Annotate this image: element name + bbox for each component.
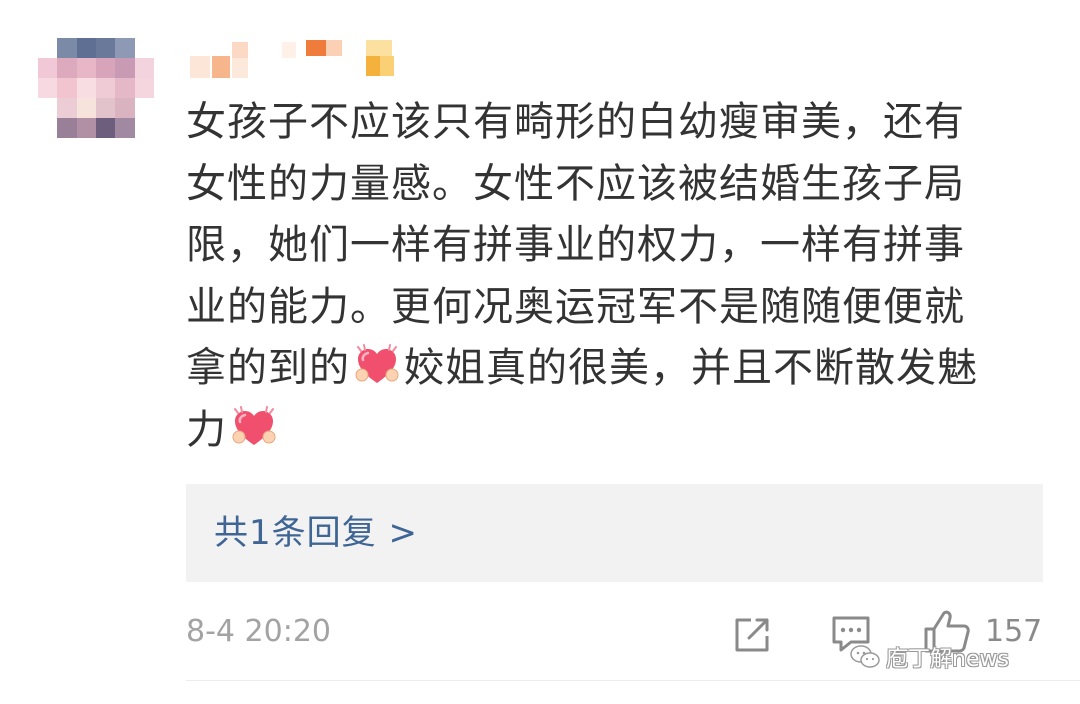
comment-text: 女孩子不应该只有畸形的白幼瘦审美，还有 女性的力量感。女性不应该被结婚生孩子局 … [186,92,1056,461]
hugging-heart-emoji-icon [232,405,276,445]
share-icon[interactable] [731,614,773,656]
divider [186,680,1080,681]
comment-line: 女孩子不应该只有畸形的白幼瘦审美，还有 [186,99,965,145]
hugging-heart-emoji-icon [355,344,399,383]
comment-line: 力 [186,400,1056,462]
replies-button[interactable]: 共1条回复 > [186,484,1043,582]
wechat-icon [850,645,880,668]
comment-line: 限，她们一样有拼事业的权力，一样有拼事 [186,222,965,268]
watermark-text: 庖丁解news [886,647,1009,672]
comment-segment: 姣姐真的很美，并且不断散发魅 [404,345,978,391]
comment-segment: 拿的到的 [186,345,350,391]
comment-line: 女性的力量感。女性不应该被结婚生孩子局 [186,160,965,207]
replies-label[interactable]: 共1条回复 > [214,510,418,556]
comment-segment: 力 [186,406,227,453]
comment-line: 拿的到的 姣姐真的很美，并且不断散发魅 [186,338,1056,400]
username[interactable] [190,36,400,80]
avatar[interactable] [38,38,154,138]
comment-line: 业的能力。更何况奥运冠军不是随随便便就 [186,283,965,330]
timestamp: 8-4 20:20 [186,614,331,649]
watermark: 庖丁解news [850,640,1009,674]
